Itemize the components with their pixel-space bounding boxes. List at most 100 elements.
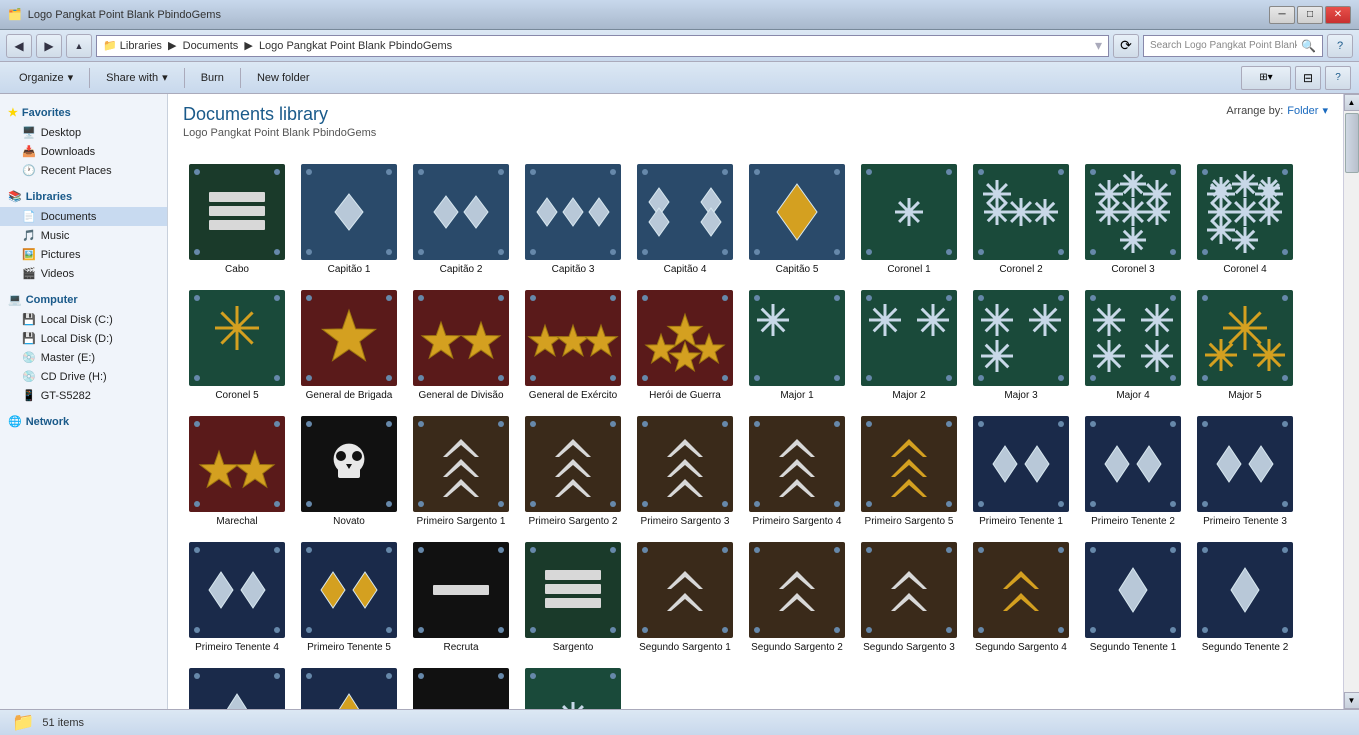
close-button[interactable]: ✕ (1325, 6, 1351, 24)
computer-section: 💻 Computer 💾 Local Disk (C:) 💾 Local Dis… (0, 289, 167, 405)
icon-label-14: Herói de Guerra (649, 389, 721, 402)
icon-item-9[interactable]: Coronel 4 (1191, 159, 1299, 281)
icon-item-28[interactable]: Primeiro Tenente 2 (1079, 411, 1187, 533)
icon-item-38[interactable]: Segundo Tenente 1 (1079, 537, 1187, 659)
icon-item-32[interactable]: Recruta (407, 537, 515, 659)
computer-header[interactable]: 💻 Computer (0, 289, 167, 310)
right-scrollbar[interactable]: ▲ ▼ (1343, 94, 1359, 709)
search-icon[interactable]: 🔍 (1301, 39, 1316, 53)
icon-item-27[interactable]: Primeiro Tenente 1 (967, 411, 1075, 533)
icon-item-16[interactable]: Major 2 (855, 285, 963, 407)
icon-item-3[interactable]: Capitão 3 (519, 159, 627, 281)
sidebar-item-master-e[interactable]: 💿 Master (E:) (0, 348, 167, 367)
videos-icon: 🎬 (22, 267, 36, 280)
icon-item-0[interactable]: Cabo (183, 159, 291, 281)
share-with-button[interactable]: Share with ▾ (95, 66, 179, 90)
icon-item-4[interactable]: Capitão 4 (631, 159, 739, 281)
scroll-thumb[interactable] (1345, 113, 1359, 173)
sidebar-item-gt-s5282[interactable]: 📱 GT-S5282 (0, 386, 167, 405)
icon-item-23[interactable]: Primeiro Sargento 2 (519, 411, 627, 533)
scroll-down-arrow[interactable]: ▼ (1344, 692, 1359, 709)
icon-item-33[interactable]: Sargento (519, 537, 627, 659)
burn-button[interactable]: Burn (190, 66, 235, 90)
scroll-up-arrow[interactable]: ▲ (1344, 94, 1359, 111)
icon-item-8[interactable]: Coronel 3 (1079, 159, 1187, 281)
icon-label-16: Major 2 (892, 389, 925, 402)
sidebar-item-downloads[interactable]: 📥 Downloads (0, 142, 167, 161)
icon-item-7[interactable]: Coronel 2 (967, 159, 1075, 281)
icon-item-26[interactable]: Primeiro Sargento 5 (855, 411, 963, 533)
forward-button[interactable]: ▶ (36, 34, 62, 58)
icon-item-39[interactable]: Segundo Tenente 2 (1191, 537, 1299, 659)
maximize-button[interactable]: □ (1297, 6, 1323, 24)
icon-label-5: Capitão 5 (776, 263, 819, 276)
sidebar-item-local-disk-c[interactable]: 💾 Local Disk (C:) (0, 310, 167, 329)
organize-button[interactable]: Organize ▾ (8, 66, 84, 90)
icon-thumb-4 (637, 164, 733, 260)
minimize-button[interactable]: ─ (1269, 6, 1295, 24)
icon-item-5[interactable]: Capitão 5 (743, 159, 851, 281)
icon-item-36[interactable]: Segundo Sargento 3 (855, 537, 963, 659)
icon-item-22[interactable]: Primeiro Sargento 1 (407, 411, 515, 533)
icon-item-31[interactable]: Primeiro Tenente 5 (295, 537, 403, 659)
arrange-dropdown-icon[interactable]: ▾ (1322, 104, 1328, 117)
icon-thumb-9 (1197, 164, 1293, 260)
address-path[interactable]: 📁 Libraries ▶ Documents ▶ Logo Pangkat P… (96, 35, 1109, 57)
icon-item-13[interactable]: General de Exército (519, 285, 627, 407)
icon-item-15[interactable]: Major 1 (743, 285, 851, 407)
arrange-by-value[interactable]: Folder (1287, 105, 1318, 117)
icon-item-24[interactable]: Primeiro Sargento 3 (631, 411, 739, 533)
search-box[interactable]: Search Logo Pangkat Point Blank Pbi... 🔍 (1143, 35, 1323, 57)
icon-thumb-27 (973, 416, 1069, 512)
sidebar-item-local-disk-d[interactable]: 💾 Local Disk (D:) (0, 329, 167, 348)
toolbar-right: ⊞▾ ⊟ ? (1241, 66, 1351, 90)
favorites-section: ★ Favorites 🖥️ Desktop 📥 Downloads 🕐 Rec… (0, 102, 167, 180)
favorites-header[interactable]: ★ Favorites (0, 102, 167, 123)
arrange-by-label: Arrange by: (1226, 105, 1283, 117)
sidebar-item-videos[interactable]: 🎬 Videos (0, 264, 167, 283)
icon-item-25[interactable]: Primeiro Sargento 4 (743, 411, 851, 533)
details-pane-button[interactable]: ⊟ (1295, 66, 1321, 90)
new-folder-button[interactable]: New folder (246, 66, 321, 90)
icon-item-10[interactable]: Coronel 5 (183, 285, 291, 407)
view-toggle-button[interactable]: ⊞▾ (1241, 66, 1291, 90)
icon-label-23: Primeiro Sargento 2 (529, 515, 618, 528)
help-toolbar-button[interactable]: ? (1325, 66, 1351, 90)
libraries-header[interactable]: 📚 Libraries (0, 186, 167, 207)
help-button[interactable]: ? (1327, 34, 1353, 58)
up-button[interactable]: ▲ (66, 34, 92, 58)
icon-item-12[interactable]: General de Divisão (407, 285, 515, 407)
icon-item-19[interactable]: Major 5 (1191, 285, 1299, 407)
sidebar-item-recent-places[interactable]: 🕐 Recent Places (0, 161, 167, 180)
icon-item-43[interactable]: Tenente Coronel 1 (519, 663, 627, 709)
sidebar-item-pictures[interactable]: 🖼️ Pictures (0, 245, 167, 264)
pictures-icon: 🖼️ (22, 248, 36, 261)
icon-item-30[interactable]: Primeiro Tenente 4 (183, 537, 291, 659)
icon-item-14[interactable]: Herói de Guerra (631, 285, 739, 407)
icon-label-1: Capitão 1 (328, 263, 371, 276)
network-header[interactable]: 🌐 Network (0, 411, 167, 432)
icon-item-11[interactable]: General de Brigada (295, 285, 403, 407)
sidebar-item-desktop[interactable]: 🖥️ Desktop (0, 123, 167, 142)
icon-item-2[interactable]: Capitão 2 (407, 159, 515, 281)
refresh-button[interactable]: ⟳ (1113, 34, 1139, 58)
icon-item-42[interactable]: Soldado (407, 663, 515, 709)
icon-item-29[interactable]: Primeiro Tenente 3 (1191, 411, 1299, 533)
icon-item-21[interactable]: Novato (295, 411, 403, 533)
icon-item-41[interactable]: Segundo Tenente 4 (295, 663, 403, 709)
icon-label-7: Coronel 2 (999, 263, 1042, 276)
icon-item-40[interactable]: Segundo Tenente 3 (183, 663, 291, 709)
icon-thumb-37 (973, 542, 1069, 638)
icon-item-1[interactable]: Capitão 1 (295, 159, 403, 281)
icon-item-37[interactable]: Segundo Sargento 4 (967, 537, 1075, 659)
icon-item-20[interactable]: Marechal (183, 411, 291, 533)
icon-item-35[interactable]: Segundo Sargento 2 (743, 537, 851, 659)
icon-item-6[interactable]: Coronel 1 (855, 159, 963, 281)
sidebar-item-documents[interactable]: 📄 Documents (0, 207, 167, 226)
icon-item-34[interactable]: Segundo Sargento 1 (631, 537, 739, 659)
sidebar-item-cd-drive-h[interactable]: 💿 CD Drive (H:) (0, 367, 167, 386)
icon-item-17[interactable]: Major 3 (967, 285, 1075, 407)
back-button[interactable]: ◀ (6, 34, 32, 58)
icon-item-18[interactable]: Major 4 (1079, 285, 1187, 407)
sidebar-item-music[interactable]: 🎵 Music (0, 226, 167, 245)
